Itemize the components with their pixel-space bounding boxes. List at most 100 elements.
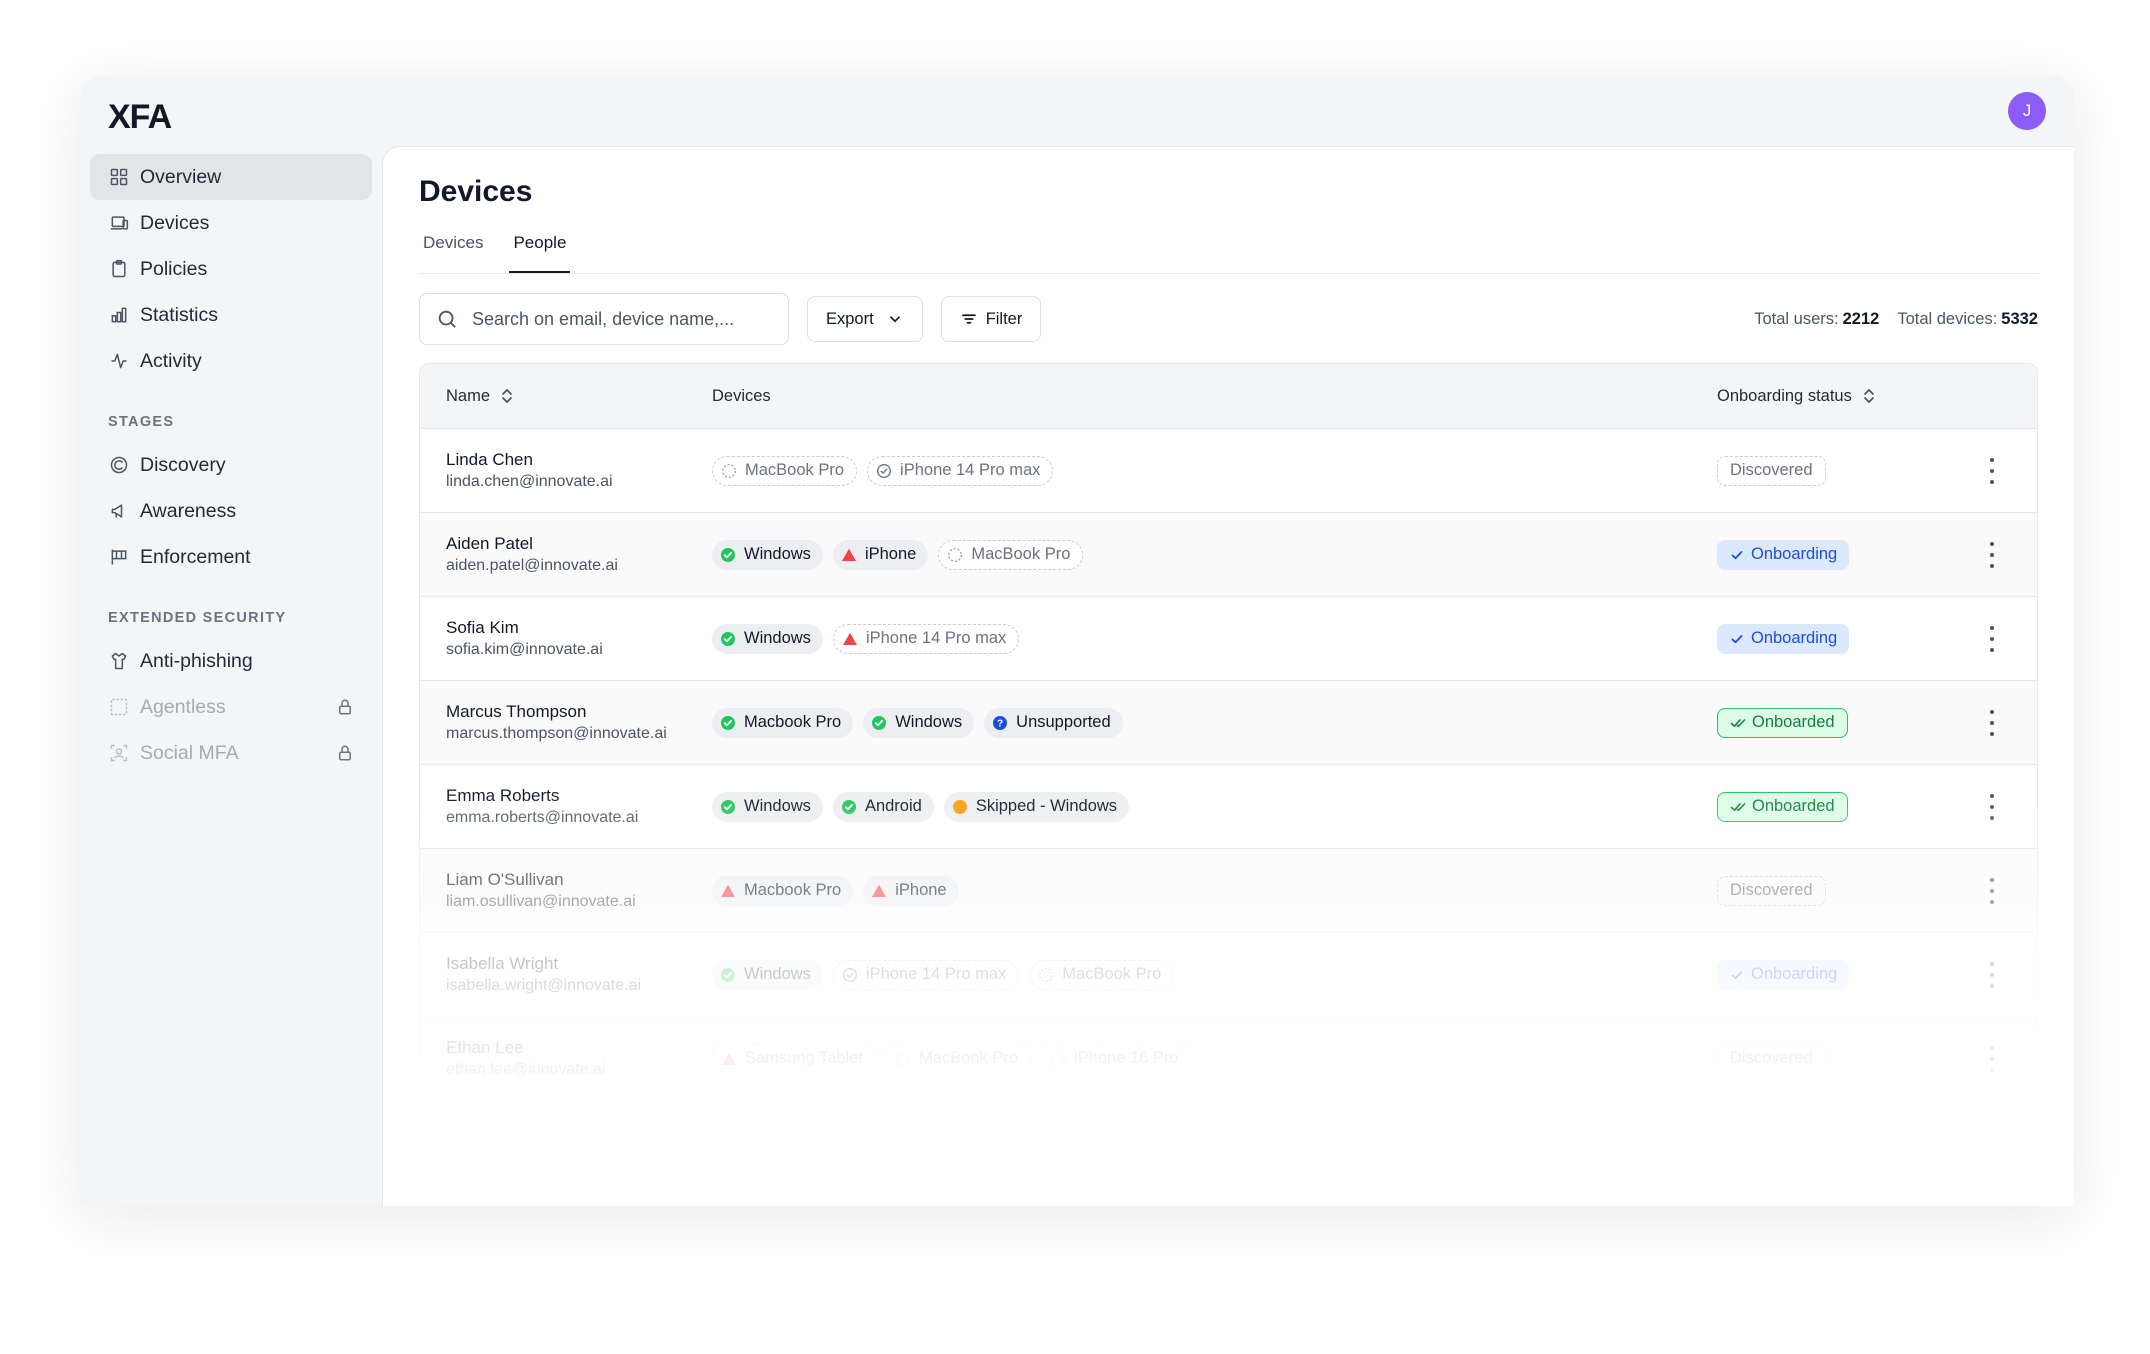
sidebar-item-social-mfa[interactable]: Social MFA [90,730,372,776]
table-row[interactable]: Marcus Thompson marcus.thompson@innovate.… [420,681,2037,765]
device-chip[interactable]: Macbook Pro [712,875,854,906]
more-options-icon[interactable] [1989,877,1995,904]
table-row[interactable]: Linda Chen linda.chen@innovate.ai MacBook … [420,429,2037,513]
device-chip-label: Windows [744,629,811,647]
table-row[interactable]: Emma Roberts emma.roberts@innovate.ai Wind… [420,765,2037,849]
device-chip[interactable]: iPhone [863,875,959,906]
lock-icon [336,698,354,716]
sidebar-item-policies[interactable]: Policies [90,246,372,292]
sidebar-item-enforcement[interactable]: Enforcement [90,534,372,580]
status-cell: Discovered [1717,875,1947,906]
status-badge: Onboarded [1717,791,1848,822]
check-circle-icon [720,967,736,983]
sidebar-item-agentless[interactable]: Agentless [90,684,372,730]
table-row[interactable]: Isabella Wright isabella.wright@innovate.… [420,933,2037,1017]
check-circle-icon [720,715,736,731]
sidebar-item-statistics[interactable]: Statistics [90,292,372,338]
search-input[interactable] [470,307,754,331]
device-chip[interactable]: iPhone 14 Pro max [867,455,1054,486]
device-chip[interactable]: MacBook Pro [938,539,1084,570]
filter-button[interactable]: Filter [940,296,1042,342]
user-name: Sofia Kim [446,617,519,637]
device-chip[interactable]: MacBook Pro [712,455,858,486]
sidebar-item-activity[interactable]: Activity [90,338,372,384]
more-options-icon[interactable] [1989,709,1995,736]
status-label: Onboarding [1751,629,1838,647]
sidebar-item-devices[interactable]: Devices [90,200,372,246]
device-chip-label: Windows [744,545,811,563]
xfa-logo[interactable]: XFA [108,96,172,138]
status-badge: Onboarding [1717,539,1850,570]
warning-triangle-icon [721,1051,737,1067]
user-cell: Ethan Lee ethan.lee@innovate.ai [420,1037,712,1081]
more-options-icon[interactable] [1989,541,1995,568]
tab-bar: Devices People [419,227,2038,274]
devices-cell: MacBook Pro iPhone 14 Pro max [712,455,1717,486]
more-options-icon[interactable] [1989,961,1995,988]
table-header: Name Devices Onboarding status [420,364,2037,429]
status-label: Discovered [1730,461,1813,479]
more-options-icon[interactable] [1989,1045,1995,1072]
tab-devices[interactable]: Devices [419,227,487,273]
device-chip[interactable]: Samsung Tablet [712,1043,877,1074]
status-label: Onboarding [1751,965,1838,983]
user-avatar[interactable]: J [2008,92,2046,130]
sidebar-item-awareness[interactable]: Awareness [90,488,372,534]
device-chip[interactable]: iPhone 16 Pro [1041,1043,1192,1074]
sidebar-item-anti-phishing[interactable]: Anti-phishing [90,638,372,684]
device-chip-label: Windows [744,797,811,815]
actions-cell [1947,877,2037,904]
table-row[interactable]: Ethan Lee ethan.lee@innovate.ai Samsung Ta… [420,1017,2037,1101]
search-box[interactable] [419,293,789,345]
export-label: Export [826,309,874,328]
export-button[interactable]: Export [807,296,923,342]
table-row[interactable]: Aiden Patel aiden.patel@innovate.ai Window… [420,513,2037,597]
device-chip[interactable]: Windows [712,959,823,990]
grid-icon [108,166,130,188]
discovery-icon [108,454,130,476]
sidebar-item-overview[interactable]: Overview [90,154,372,200]
user-email: linda.chen@innovate.ai [446,472,613,490]
device-chip-label: Windows [744,965,811,983]
device-chip[interactable]: Windows [712,539,823,570]
actions-cell [1947,709,2037,736]
device-chip-label: Macbook Pro [744,881,842,899]
device-chip[interactable]: Windows [712,623,823,654]
column-header-devices: Devices [712,387,1717,406]
check-circle-icon [720,547,736,563]
device-chip[interactable]: Windows [863,707,975,738]
user-cell: Liam O'Sullivan liam.osullivan@innovate.a… [420,869,712,913]
sidebar-item-discovery[interactable]: Discovery [90,442,372,488]
device-chip[interactable]: Android [832,791,934,822]
device-chip[interactable]: MacBook Pro [886,1043,1032,1074]
device-chip[interactable]: iPhone [832,539,929,570]
warning-triangle-icon [871,883,887,899]
more-options-icon[interactable] [1989,625,1995,652]
tab-people[interactable]: People [509,227,571,273]
column-header-status[interactable]: Onboarding status [1717,387,1947,406]
device-chip[interactable]: Macbook Pro [712,707,854,738]
status-cell: Onboarded [1717,707,1947,738]
column-header-name[interactable]: Name [420,387,712,406]
device-chip[interactable]: MacBook Pro [1029,959,1175,990]
device-chip[interactable]: Windows [712,791,823,822]
status-badge: Discovered [1717,1043,1826,1074]
check-icon [1729,547,1745,563]
pending-circle-icon [895,1051,911,1067]
user-name: Aiden Patel [446,533,533,553]
table-row[interactable]: Liam O'Sullivan liam.osullivan@innovate.a… [420,849,2037,933]
device-chip-label: Unsupported [1016,713,1111,731]
totals-summary: Total users: 2212 Total devices: 5332 [1754,310,2038,329]
device-chip[interactable]: Skipped - Windows [943,791,1130,822]
device-chip-label: Macbook Pro [744,713,842,731]
user-email: aiden.patel@innovate.ai [446,556,618,574]
table-row[interactable]: Onboarded [420,1101,2037,1185]
device-chip[interactable]: ? Unsupported [984,707,1123,738]
device-chip[interactable]: iPhone 14 Pro max [832,959,1020,990]
device-chip[interactable]: iPhone 14 Pro max [832,623,1020,654]
more-options-icon[interactable] [1989,793,1995,820]
face-scan-icon [108,742,130,764]
more-options-icon[interactable] [1989,1129,1995,1156]
more-options-icon[interactable] [1989,457,1995,484]
table-row[interactable]: Sofia Kim sofia.kim@innovate.ai Windows iPh… [420,597,2037,681]
